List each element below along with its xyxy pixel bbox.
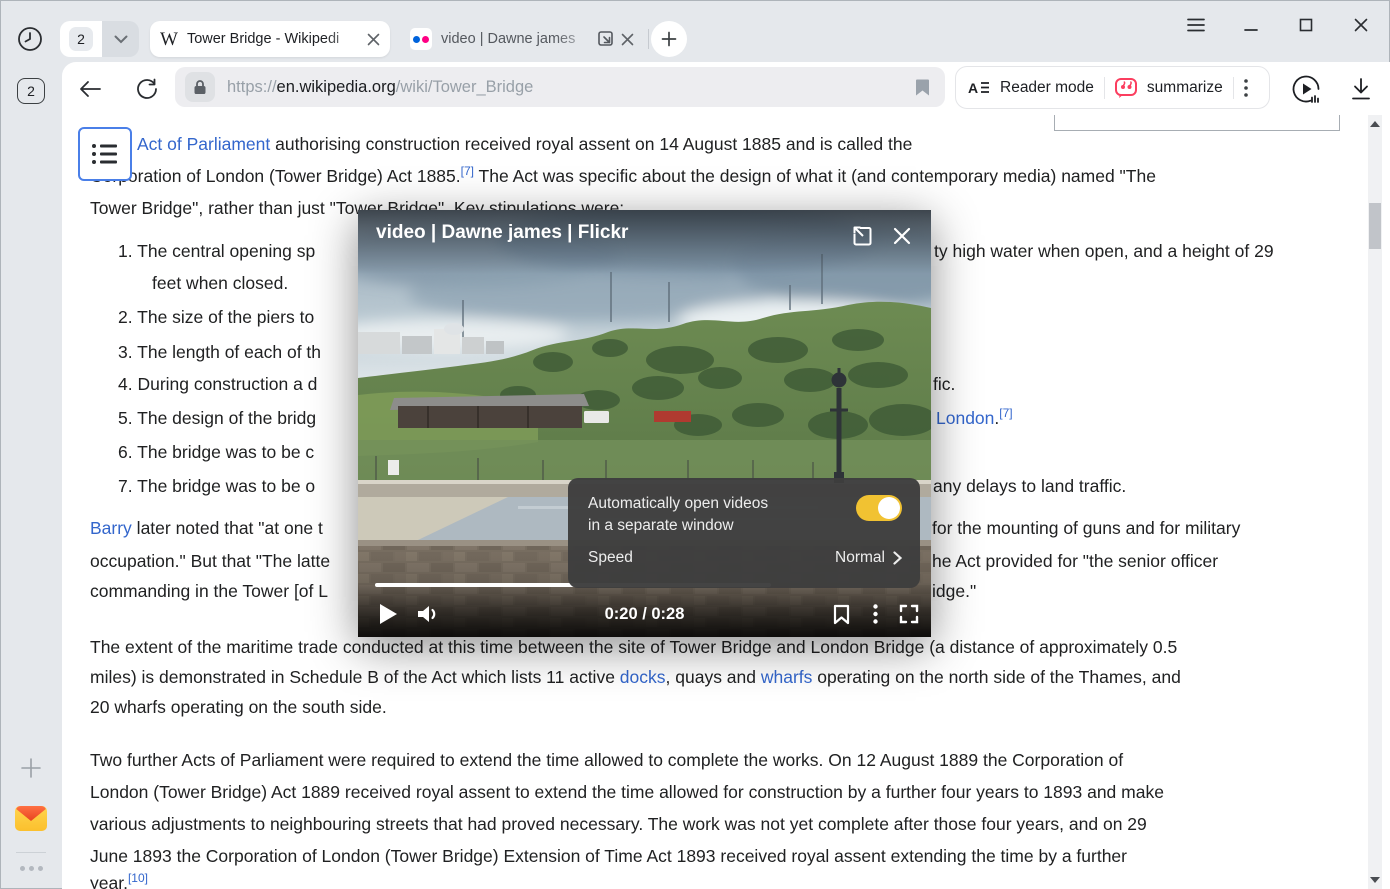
play-page-button[interactable] [1289,72,1323,106]
wikipedia-favicon: W [160,30,178,49]
fullscreen-icon [899,604,919,624]
reader-mode-icon: A [968,80,990,96]
tab-count-badge: 2 [69,27,93,51]
kebab-menu-icon[interactable] [1244,79,1248,97]
video-timestamp: 0:20 / 0:28 [605,605,685,624]
wiki-search-box-partial[interactable] [1054,115,1340,131]
chevron-right-icon [893,551,902,565]
tab-flickr-video[interactable]: video | Dawne james [400,21,644,57]
page-scrollbar[interactable] [1368,115,1382,889]
close-tab-icon[interactable] [621,33,634,46]
summarize-icon [1115,78,1137,98]
bookmark-icon [833,604,850,625]
play-icon [378,603,398,625]
kebab-menu-icon [873,604,878,624]
video-in-window-icon[interactable] [597,30,615,48]
summarize-button[interactable]: summarize [1147,79,1223,97]
speed-label: Speed [588,549,633,567]
browser-toolbar: https://en.wikipedia.org/wiki/Tower_Brid… [62,62,1390,115]
address-bar[interactable]: https://en.wikipedia.org/wiki/Tower_Brid… [175,67,945,107]
scroll-down-arrow[interactable] [1368,873,1382,887]
sidebar-divider [16,852,46,853]
minimize-button[interactable] [1240,14,1262,36]
play-circle-icon [1290,73,1322,105]
lock-icon[interactable] [185,72,215,102]
tab-tower-bridge[interactable]: W Tower Bridge - Wikipedi [150,21,390,57]
mail-app-icon[interactable] [13,802,49,834]
minimize-icon [1243,17,1259,33]
fullscreen-button[interactable] [895,600,923,628]
maximize-icon [1298,17,1314,33]
new-tab-button[interactable] [651,21,687,57]
hamburger-icon [1187,18,1205,32]
tab-group-expand[interactable] [102,21,139,57]
video-overlay-window[interactable]: video | Dawne james | Flickr 0:20 / 0: [358,210,931,637]
url-host: en.wikipedia.org [277,78,396,96]
plus-icon [661,31,677,47]
speed-value: Normal [835,549,885,567]
list-icon [91,142,119,166]
refresh-icon [135,77,159,101]
tab-group-count[interactable]: 2 [60,21,102,57]
refresh-button[interactable] [133,75,161,103]
video-more-button[interactable] [861,600,889,628]
tab-divider [648,29,649,49]
page-actions-pill: A Reader mode summarize [955,66,1270,109]
bookmark-icon [915,78,930,97]
plus-icon [19,756,43,780]
scroll-up-arrow[interactable] [1368,117,1382,131]
url-scheme: https:// [227,78,277,96]
sidebar-add-button[interactable] [19,756,43,780]
scrollbar-thumb[interactable] [1369,203,1381,249]
sidebar: 2 [0,62,62,889]
back-arrow-icon [78,80,102,98]
video-title-bar[interactable]: video | Dawne james | Flickr [358,210,931,274]
video-title: video | Dawne james | Flickr [376,222,628,244]
svg-text:A: A [968,80,978,96]
speed-selector[interactable]: Normal [835,549,902,567]
maximize-button[interactable] [1295,14,1317,36]
close-icon [892,226,912,246]
close-window-button[interactable] [1350,14,1372,36]
tab-strip: 2 W Tower Bridge - Wikipedi video | Dawn… [0,0,1390,62]
table-of-contents-button[interactable] [78,127,132,181]
open-in-tab-icon [850,224,874,248]
auto-open-toggle[interactable] [856,495,902,521]
video-settings-popup: Automatically open videos in a separate … [568,478,920,588]
play-button[interactable] [374,600,402,628]
menu-button[interactable] [1185,14,1207,36]
bookmark-video-button[interactable] [827,600,855,628]
tab-title: Tower Bridge - Wikipedi [187,31,367,47]
close-video-button[interactable] [889,223,915,249]
tab-title: video | Dawne james [441,31,597,47]
url-text[interactable]: https://en.wikipedia.org/wiki/Tower_Brid… [227,78,909,97]
pill-divider [1233,77,1234,99]
volume-icon [416,603,440,625]
return-to-tab-button[interactable] [849,223,875,249]
close-icon [1353,17,1369,33]
flickr-favicon [410,28,432,50]
chevron-down-icon [114,35,128,44]
downloads-button[interactable] [1344,72,1378,106]
reader-mode-button[interactable]: Reader mode [1000,79,1094,97]
download-icon [1350,77,1372,101]
tab-group-control[interactable]: 2 [60,21,139,57]
back-button[interactable] [76,75,104,103]
sidebar-tab-count-badge[interactable]: 2 [17,78,45,104]
browser-window: 2 W Tower Bridge - Wikipedi video | Dawn… [0,0,1390,889]
bookmark-page-button[interactable] [909,74,935,100]
volume-button[interactable] [414,600,442,628]
auto-open-label: Automatically open videos in a separate … [588,493,768,537]
sidebar-more-button[interactable] [17,862,45,874]
url-path: /wiki/Tower_Bridge [396,78,534,96]
history-clock-icon[interactable] [16,25,44,53]
close-tab-icon[interactable] [367,33,380,46]
pill-divider [1104,77,1105,99]
